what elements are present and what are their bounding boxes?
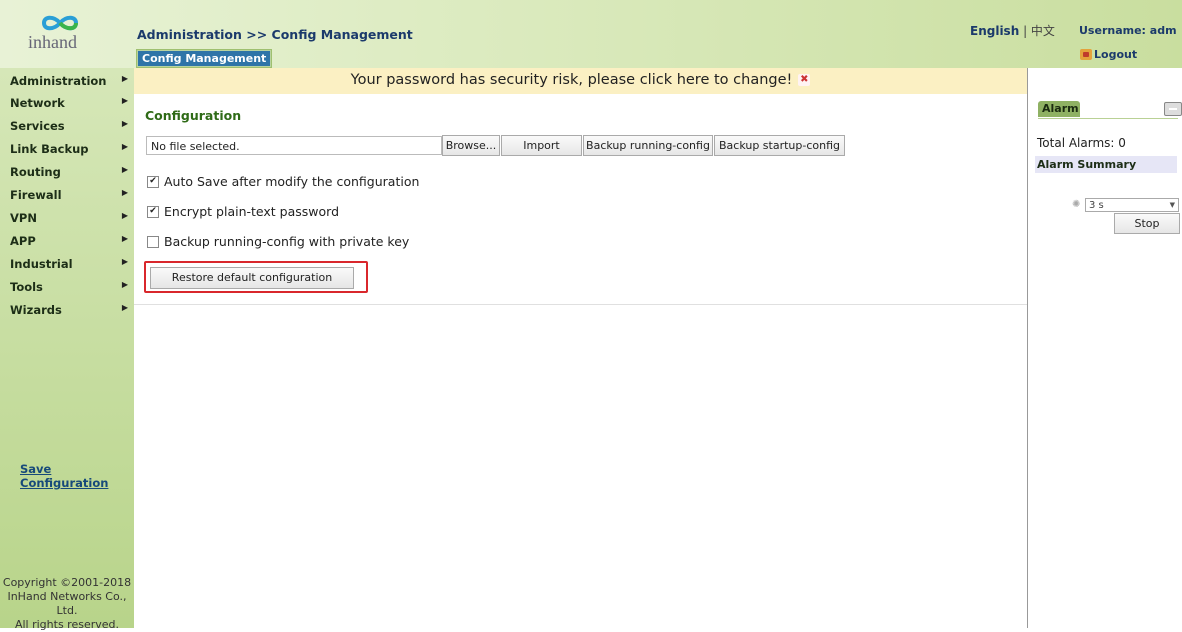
sidebar-item-label: Industrial	[10, 257, 73, 271]
copyright-line: Copyright ©2001-2018	[2, 576, 132, 589]
tab-config-management[interactable]: Config Management	[137, 50, 272, 67]
lang-chinese-link[interactable]: 中文	[1031, 24, 1055, 38]
alarm-panel: Alarm Total Alarms: 0 Alarm Summary ✺ 3 …	[1027, 68, 1182, 628]
auto-save-option[interactable]: Auto Save after modify the configuration	[147, 174, 419, 189]
sidebar-item-label: Link Backup	[10, 142, 89, 156]
configuration-panel: Configuration No file selected. Browse..…	[134, 94, 1027, 305]
sidebar-item-firewall[interactable]: Firewall ▶	[10, 188, 128, 208]
encrypt-password-checkbox[interactable]	[147, 205, 159, 218]
sidebar-item-tools[interactable]: Tools ▶	[10, 280, 128, 300]
logo-mark-icon	[41, 15, 79, 31]
import-button[interactable]: Import	[501, 135, 582, 156]
sidebar-item-label: Wizards	[10, 303, 62, 317]
chevron-right-icon: ▶	[121, 280, 128, 289]
sidebar-item-routing[interactable]: Routing ▶	[10, 165, 128, 185]
chevron-right-icon: ▶	[121, 188, 128, 197]
chevron-right-icon: ▶	[121, 257, 128, 266]
inhand-logo: inhand	[18, 10, 118, 60]
sidebar-item-label: VPN	[10, 211, 37, 225]
chevron-right-icon: ▶	[121, 142, 128, 151]
auto-save-checkbox[interactable]	[147, 175, 159, 188]
loading-spinner-icon: ✺	[1072, 199, 1081, 210]
chevron-right-icon: ▶	[121, 211, 128, 220]
chevron-right-icon: ▶	[121, 74, 128, 83]
sidebar-item-administration[interactable]: Administration ▶	[10, 74, 128, 94]
sidebar-item-label: Firewall	[10, 188, 62, 202]
alarm-tab[interactable]: Alarm	[1038, 101, 1080, 117]
sidebar-item-wizards[interactable]: Wizards ▶	[10, 303, 128, 323]
backup-startup-config-button[interactable]: Backup startup-config	[714, 135, 845, 156]
logout-label: Logout	[1094, 48, 1138, 61]
chevron-right-icon: ▶	[121, 234, 128, 243]
lang-english-link[interactable]: English	[970, 24, 1019, 38]
copyright-text: Copyright ©2001-2018 InHand Networks Co.…	[0, 576, 134, 632]
sidebar-item-label: Routing	[10, 165, 61, 179]
security-alert-text[interactable]: Your password has security risk, please …	[351, 72, 793, 88]
sidebar-item-vpn[interactable]: VPN ▶	[10, 211, 128, 231]
file-input[interactable]: No file selected.	[146, 136, 442, 155]
browse-button[interactable]: Browse...	[442, 135, 500, 156]
sidebar-item-app[interactable]: APP ▶	[10, 234, 128, 254]
logout-icon	[1080, 49, 1092, 60]
encrypt-password-label: Encrypt plain-text password	[164, 204, 339, 219]
sidebar-item-label: Network	[10, 96, 65, 110]
private-key-label: Backup running-config with private key	[164, 234, 410, 249]
main-content: Your password has security risk, please …	[134, 68, 1027, 628]
sidebar-item-industrial[interactable]: Industrial ▶	[10, 257, 128, 277]
sidebar-item-services[interactable]: Services ▶	[10, 119, 128, 139]
section-title: Configuration	[145, 108, 242, 123]
breadcrumb: Administration >> Config Management	[137, 27, 413, 42]
language-switcher: English | 中文	[970, 22, 1055, 39]
total-alarms-text: Total Alarms: 0	[1037, 136, 1126, 150]
sidebar-item-label: APP	[10, 234, 36, 248]
security-alert-banner[interactable]: Your password has security risk, please …	[134, 68, 1027, 95]
refresh-interval-select[interactable]: 3 s ▼	[1085, 198, 1179, 212]
sidebar-item-label: Tools	[10, 280, 43, 294]
chevron-right-icon: ▶	[121, 96, 128, 105]
alarm-summary-link[interactable]: Alarm Summary	[1035, 156, 1177, 173]
restore-default-button[interactable]: Restore default configuration	[150, 267, 354, 289]
alarm-divider	[1038, 118, 1178, 119]
chevron-right-icon: ▶	[121, 165, 128, 174]
sidebar-item-network[interactable]: Network ▶	[10, 96, 128, 116]
sidebar-item-label: Services	[10, 119, 65, 133]
encrypt-password-option[interactable]: Encrypt plain-text password	[147, 204, 339, 219]
chevron-right-icon: ▶	[121, 119, 128, 128]
private-key-option[interactable]: Backup running-config with private key	[147, 234, 409, 249]
restore-highlight-box: Restore default configuration	[144, 261, 368, 293]
backup-running-config-button[interactable]: Backup running-config	[583, 135, 713, 156]
auto-save-label: Auto Save after modify the configuration	[164, 174, 420, 189]
private-key-checkbox[interactable]	[147, 235, 159, 248]
sidebar-item-label: Administration	[10, 74, 107, 88]
save-configuration-link[interactable]: Save Configuration	[20, 462, 134, 490]
username-label: Username: adm	[1079, 24, 1177, 37]
header-bar: inhand Administration >> Config Manageme…	[0, 0, 1182, 68]
copyright-line: All rights reserved.	[14, 618, 120, 631]
logout-button[interactable]: Logout	[1080, 48, 1137, 61]
refresh-interval-value: 3 s	[1089, 200, 1104, 211]
chevron-down-icon: ▼	[1169, 201, 1175, 209]
copyright-line: InHand Networks Co., Ltd.	[7, 590, 127, 617]
chevron-right-icon: ▶	[121, 303, 128, 312]
lang-separator: |	[1019, 24, 1031, 38]
close-icon[interactable]: ✖	[798, 74, 811, 86]
stop-button[interactable]: Stop	[1114, 213, 1180, 234]
sidebar: Administration ▶ Network ▶ Services ▶ Link …	[0, 68, 134, 631]
minimize-icon[interactable]	[1164, 102, 1182, 116]
logo-text: inhand	[28, 32, 77, 52]
sidebar-item-link-backup[interactable]: Link Backup ▶	[10, 142, 128, 162]
